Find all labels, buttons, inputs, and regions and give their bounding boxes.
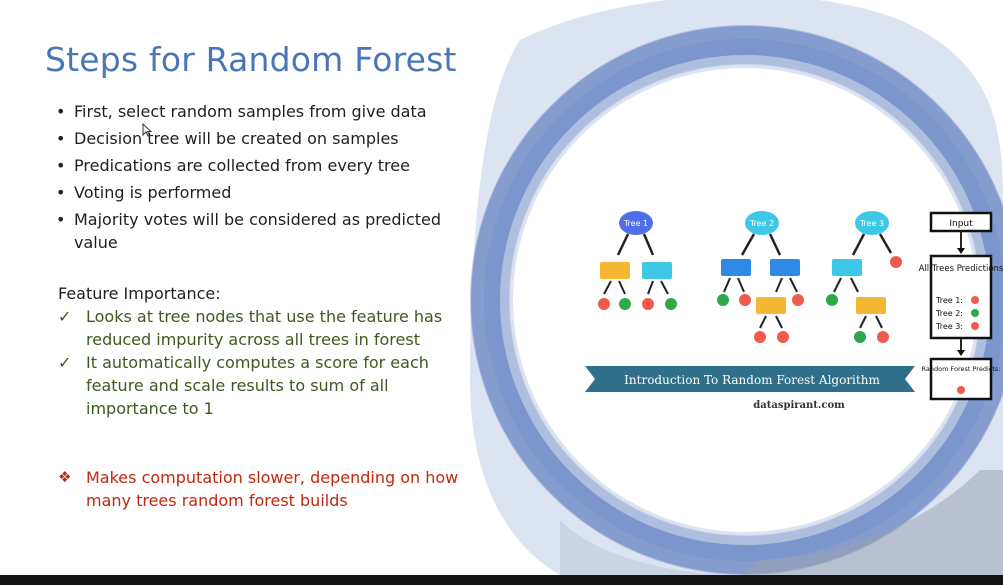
tree-2-diagram: Tree 2 (717, 211, 804, 343)
random-forest-figure: Tree 1 Tree 2 Tree 3 Input All Trees Pre… (585, 211, 1003, 411)
prediction-flow: Input All Trees Predictions Tree 1: Tree… (919, 211, 1003, 401)
input-label: Input (949, 219, 973, 229)
banner-text: Introduction To Random Forest Algorithm (624, 373, 880, 387)
prediction-row-3: Tree 3: (935, 322, 963, 331)
predictions-title: All Trees Predictions (919, 264, 1003, 274)
figure-banner: Introduction To Random Forest Algorithm (585, 366, 915, 392)
prediction-row-2: Tree 2: (935, 309, 963, 318)
tree-1-label: Tree 1 (623, 219, 648, 228)
slide: Steps for Random Forest • First, select r… (0, 0, 1003, 575)
final-label: Random Forest Predicts: (922, 365, 1001, 373)
prediction-row-1: Tree 1: (935, 296, 963, 305)
bottom-bar (0, 575, 1003, 585)
tree-2-label: Tree 2 (749, 219, 774, 228)
credit-text: dataspirant.com (753, 400, 845, 411)
tree-1-diagram: Tree 1 (598, 211, 677, 310)
tree-3-label: Tree 3 (859, 219, 884, 228)
tree-3-diagram: Tree 3 (826, 211, 902, 343)
